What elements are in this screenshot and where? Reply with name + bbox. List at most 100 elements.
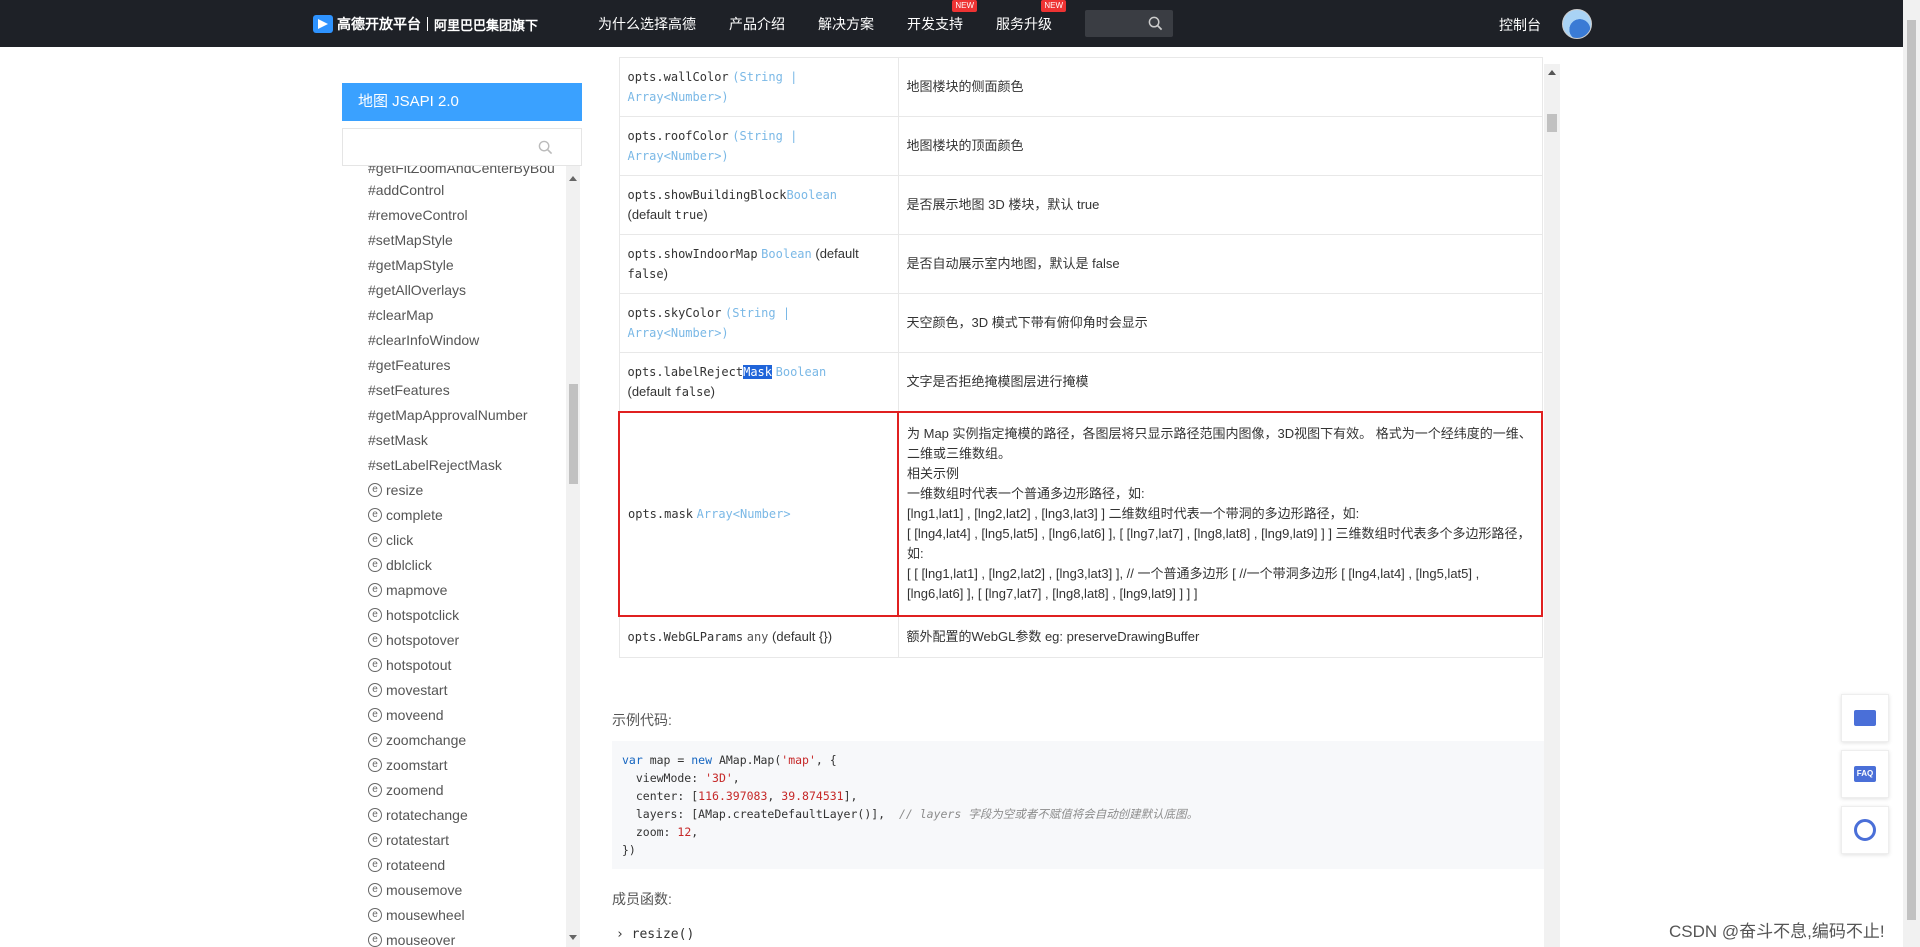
sidebar-item[interactable]: #setLabelRejectMask: [368, 455, 502, 475]
sidebar-event-item[interactable]: e hotspotout: [368, 655, 451, 675]
desc-cell: 为 Map 实例指定掩模的路径，各图层将只显示路径范围内图像，3D视图下有效。 …: [897, 410, 1543, 617]
sidebar-event-item[interactable]: e rotateend: [368, 855, 445, 875]
desc-cell: 文字是否拒绝掩模图层进行掩模: [897, 352, 1543, 412]
top-navbar: 高德开放平台 阿里巴巴集团旗下 为什么选择高德 产品介绍 解决方案 开发支持 NE…: [0, 0, 1920, 47]
event-icon: e: [368, 908, 382, 922]
faq-button[interactable]: FAQ: [1841, 750, 1889, 798]
sidebar-event-item[interactable]: e mouseover: [368, 930, 455, 947]
scrollbar-thumb[interactable]: [1547, 114, 1557, 132]
param-cell: opts.skyColor (String | Array<Number>): [618, 293, 899, 353]
related-example-link[interactable]: 相关示例: [907, 464, 1533, 484]
sidebar-event-item[interactable]: e movestart: [368, 680, 447, 700]
sidebar-item[interactable]: #setMapStyle: [368, 230, 453, 250]
event-icon: e: [368, 508, 382, 522]
member-functions-label: 成员函数:: [612, 891, 672, 907]
sidebar-event-item[interactable]: e dblclick: [368, 555, 432, 575]
logo-icon: [313, 15, 333, 33]
param-cell: opts.showBuildingBlockBoolean (default tr…: [618, 175, 899, 235]
doc-content: opts.wallColor (String | Array<Number>) 地…: [598, 57, 1544, 947]
main-nav: 为什么选择高德 产品介绍 解决方案 开发支持 NEW 服务升级 NEW: [598, 0, 1085, 47]
sidebar-event-item[interactable]: e zoomchange: [368, 730, 466, 750]
scroll-up-icon[interactable]: [1548, 70, 1556, 75]
sidebar-event-item[interactable]: e moveend: [368, 705, 444, 725]
sidebar-item[interactable]: #getMapApprovalNumber: [368, 405, 528, 425]
nav-search-input[interactable]: [1085, 10, 1173, 37]
event-icon: e: [368, 933, 382, 947]
scrollbar-thumb[interactable]: [569, 384, 578, 484]
event-icon: e: [368, 858, 382, 872]
sidebar-item[interactable]: #setFeatures: [368, 380, 450, 400]
sidebar-event-item[interactable]: e rotatechange: [368, 805, 468, 825]
method-resize[interactable]: › resize(): [616, 927, 694, 942]
page-scrollbar[interactable]: [1903, 0, 1920, 947]
sidebar-item[interactable]: #removeControl: [368, 205, 468, 225]
new-badge: NEW: [1041, 0, 1066, 12]
monitor-icon: [1854, 710, 1876, 726]
sidebar-event-item[interactable]: e rotatestart: [368, 830, 449, 850]
example-code-label: 示例代码:: [612, 712, 672, 728]
brand-logo[interactable]: 高德开放平台 阿里巴巴集团旗下: [313, 14, 538, 34]
event-icon: e: [368, 633, 382, 647]
nav-service-upgrade[interactable]: 服务升级 NEW: [996, 0, 1066, 34]
sidebar-item[interactable]: #setMask: [368, 430, 428, 450]
search-icon[interactable]: [1148, 16, 1163, 31]
event-icon: e: [368, 583, 382, 597]
event-icon: e: [368, 733, 382, 747]
sidebar-scrollbar[interactable]: [566, 166, 580, 947]
sidebar-item[interactable]: #getMapStyle: [368, 255, 454, 275]
desc-cell: 额外配置的WebGL参数 eg: preserveDrawingBuffer: [897, 615, 1543, 658]
sidebar-event-item[interactable]: e mousemove: [368, 880, 462, 900]
sidebar-event-item[interactable]: e click: [368, 530, 413, 550]
sidebar-event-item[interactable]: e resize: [368, 480, 423, 500]
feedback-button[interactable]: [1841, 694, 1889, 742]
sidebar-event-item[interactable]: e mousewheel: [368, 905, 465, 925]
event-icon: e: [368, 833, 382, 847]
faq-icon: FAQ: [1854, 766, 1876, 782]
table-row: opts.skyColor (String | Array<Number>) 天空…: [618, 293, 1543, 353]
sidebar-event-item[interactable]: e hotspotover: [368, 630, 459, 650]
nav-products[interactable]: 产品介绍: [729, 14, 785, 34]
param-cell: opts.showIndoorMap Boolean (default false…: [618, 234, 899, 294]
nav-dev-support[interactable]: 开发支持 NEW: [907, 0, 977, 34]
sidebar-event-item[interactable]: e zoomstart: [368, 755, 447, 775]
sidebar-item[interactable]: #clearInfoWindow: [368, 330, 479, 350]
sidebar-item[interactable]: #getAllOverlays: [368, 280, 466, 300]
support-button[interactable]: [1841, 806, 1889, 854]
table-row: opts.WebGLParams any (default {}) 额外配置的W…: [618, 615, 1543, 658]
event-icon: e: [368, 483, 382, 497]
scrollbar-thumb[interactable]: [1907, 20, 1916, 920]
sidebar-event-item[interactable]: e zoomend: [368, 780, 444, 800]
sidebar-event-item[interactable]: e hotspotclick: [368, 605, 459, 625]
sidebar-item[interactable]: #getFitZoomAndCenterByBou: [368, 166, 555, 176]
sidebar-event-item[interactable]: e complete: [368, 505, 443, 525]
nav-why-amap[interactable]: 为什么选择高德: [598, 14, 696, 34]
csdn-watermark: CSDN @奋斗不息,编码不止!: [1669, 922, 1885, 941]
sidebar-api-list: #getFitZoomAndCenterByBou #addControl #r…: [342, 166, 566, 947]
console-link[interactable]: 控制台: [1499, 15, 1541, 35]
param-cell: opts.roofColor (String | Array<Number>): [618, 116, 899, 176]
event-icon: e: [368, 658, 382, 672]
sidebar-search-input[interactable]: [342, 128, 582, 166]
example-code-block[interactable]: var map = new AMap.Map('map', { viewMode…: [612, 741, 1544, 869]
sidebar-item[interactable]: #clearMap: [368, 305, 433, 325]
param-cell: opts.WebGLParams any (default {}): [618, 615, 899, 658]
param-cell: opts.wallColor (String | Array<Number>): [618, 57, 899, 117]
avatar[interactable]: [1562, 9, 1592, 39]
sidebar-title[interactable]: 地图 JSAPI 2.0: [342, 83, 582, 121]
scroll-down-icon[interactable]: [569, 935, 577, 940]
search-icon[interactable]: [538, 140, 553, 155]
desc-cell: 天空颜色，3D 模式下带有俯仰角时会显示: [897, 293, 1543, 353]
sidebar-item[interactable]: #getFeatures: [368, 355, 451, 375]
logo-divider: [427, 17, 428, 31]
desc-cell: 地图楼块的顶面颜色: [897, 116, 1543, 176]
table-row-mask: opts.mask Array<Number> 为 Map 实例指定掩模的路径，…: [618, 410, 1543, 617]
scroll-up-icon[interactable]: [569, 176, 577, 181]
nav-solutions[interactable]: 解决方案: [818, 14, 874, 34]
sidebar-event-item[interactable]: e mapmove: [368, 580, 447, 600]
table-row: opts.showIndoorMap Boolean (default false…: [618, 234, 1543, 294]
content-scrollbar[interactable]: [1544, 64, 1560, 947]
event-icon: e: [368, 808, 382, 822]
sidebar-item[interactable]: #addControl: [368, 180, 444, 200]
new-badge: NEW: [952, 0, 977, 12]
param-cell: opts.mask Array<Number>: [618, 410, 899, 617]
